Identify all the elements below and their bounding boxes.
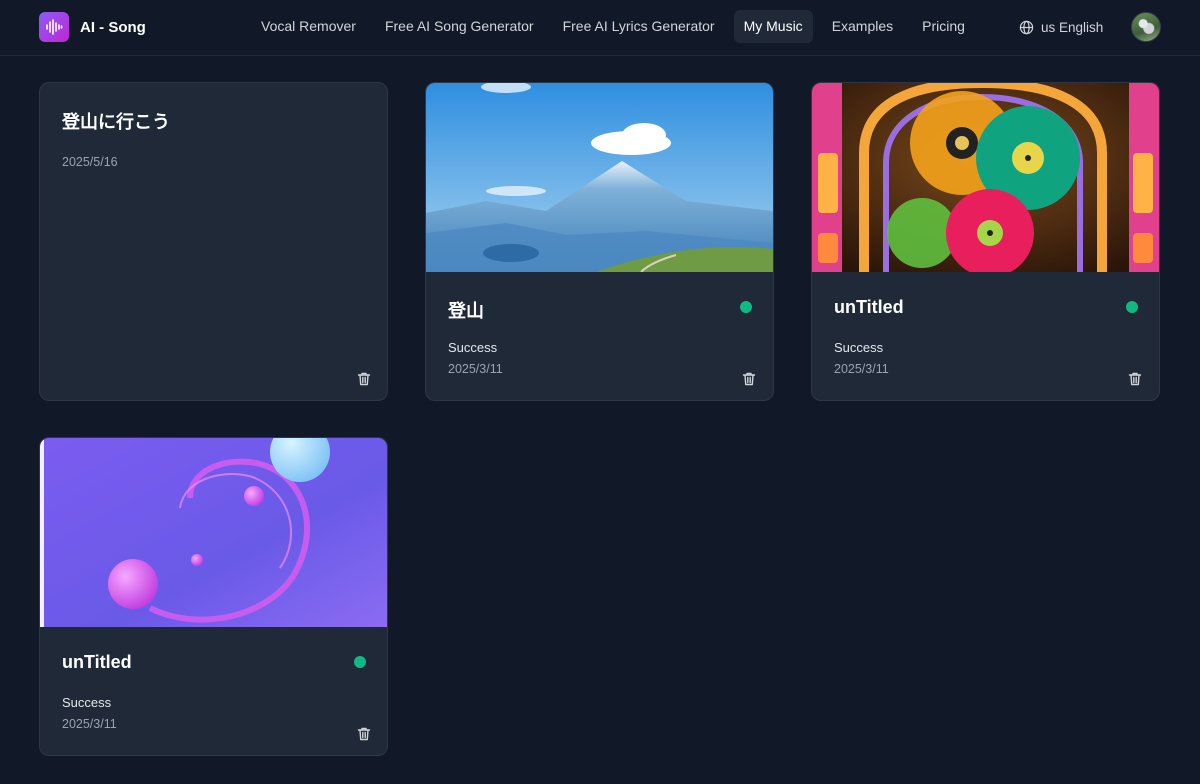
song-card[interactable]: 登山に行こう 2025/5/16 <box>39 82 388 401</box>
song-status: Success <box>62 695 112 710</box>
song-title: 登山 <box>448 301 484 321</box>
nav-examples[interactable]: Examples <box>822 10 903 43</box>
song-date: 2025/5/16 <box>62 155 118 169</box>
top-header: AI - Song Vocal Remover Free AI Song Gen… <box>0 0 1200 56</box>
trash-icon[interactable] <box>356 726 372 742</box>
brand-name: AI - Song <box>80 18 146 36</box>
song-cover-image <box>812 83 1159 272</box>
nav-my-music[interactable]: My Music <box>733 10 813 43</box>
language-label: us English <box>1041 19 1104 35</box>
status-dot-icon <box>740 301 752 313</box>
brand[interactable]: AI - Song <box>39 12 146 42</box>
globe-icon <box>1019 20 1034 34</box>
song-cover-image <box>40 438 387 627</box>
song-card[interactable]: unTitled Success 2025/3/11 <box>39 437 388 756</box>
avatar[interactable] <box>1131 12 1161 42</box>
nav-pricing[interactable]: Pricing <box>912 10 975 43</box>
song-date: 2025/3/11 <box>62 717 117 731</box>
song-date: 2025/3/11 <box>834 362 889 376</box>
trash-icon[interactable] <box>741 371 757 387</box>
status-dot-icon <box>354 656 366 668</box>
nav-vocal-remover[interactable]: Vocal Remover <box>251 10 366 43</box>
language-selector[interactable]: us English <box>1019 18 1103 36</box>
nav-free-ai-lyrics-generator[interactable]: Free AI Lyrics Generator <box>553 10 725 43</box>
nav-free-ai-song-generator[interactable]: Free AI Song Generator <box>375 10 544 43</box>
song-status: Success <box>834 340 884 355</box>
trash-icon[interactable] <box>1127 371 1143 387</box>
song-title: unTitled <box>834 297 904 317</box>
status-dot-icon <box>1126 301 1138 313</box>
song-title: unTitled <box>62 652 132 672</box>
song-date: 2025/3/11 <box>448 362 503 376</box>
trash-icon[interactable] <box>356 371 372 387</box>
waveform-icon <box>39 12 69 42</box>
song-card[interactable]: unTitled Success 2025/3/11 <box>811 82 1160 401</box>
song-cover-image <box>426 83 773 272</box>
main-nav: Vocal Remover Free AI Song Generator Fre… <box>251 10 984 43</box>
song-title: 登山に行こう <box>62 112 170 132</box>
song-card[interactable]: 登山 Success 2025/3/11 <box>425 82 774 401</box>
song-status: Success <box>448 340 498 355</box>
